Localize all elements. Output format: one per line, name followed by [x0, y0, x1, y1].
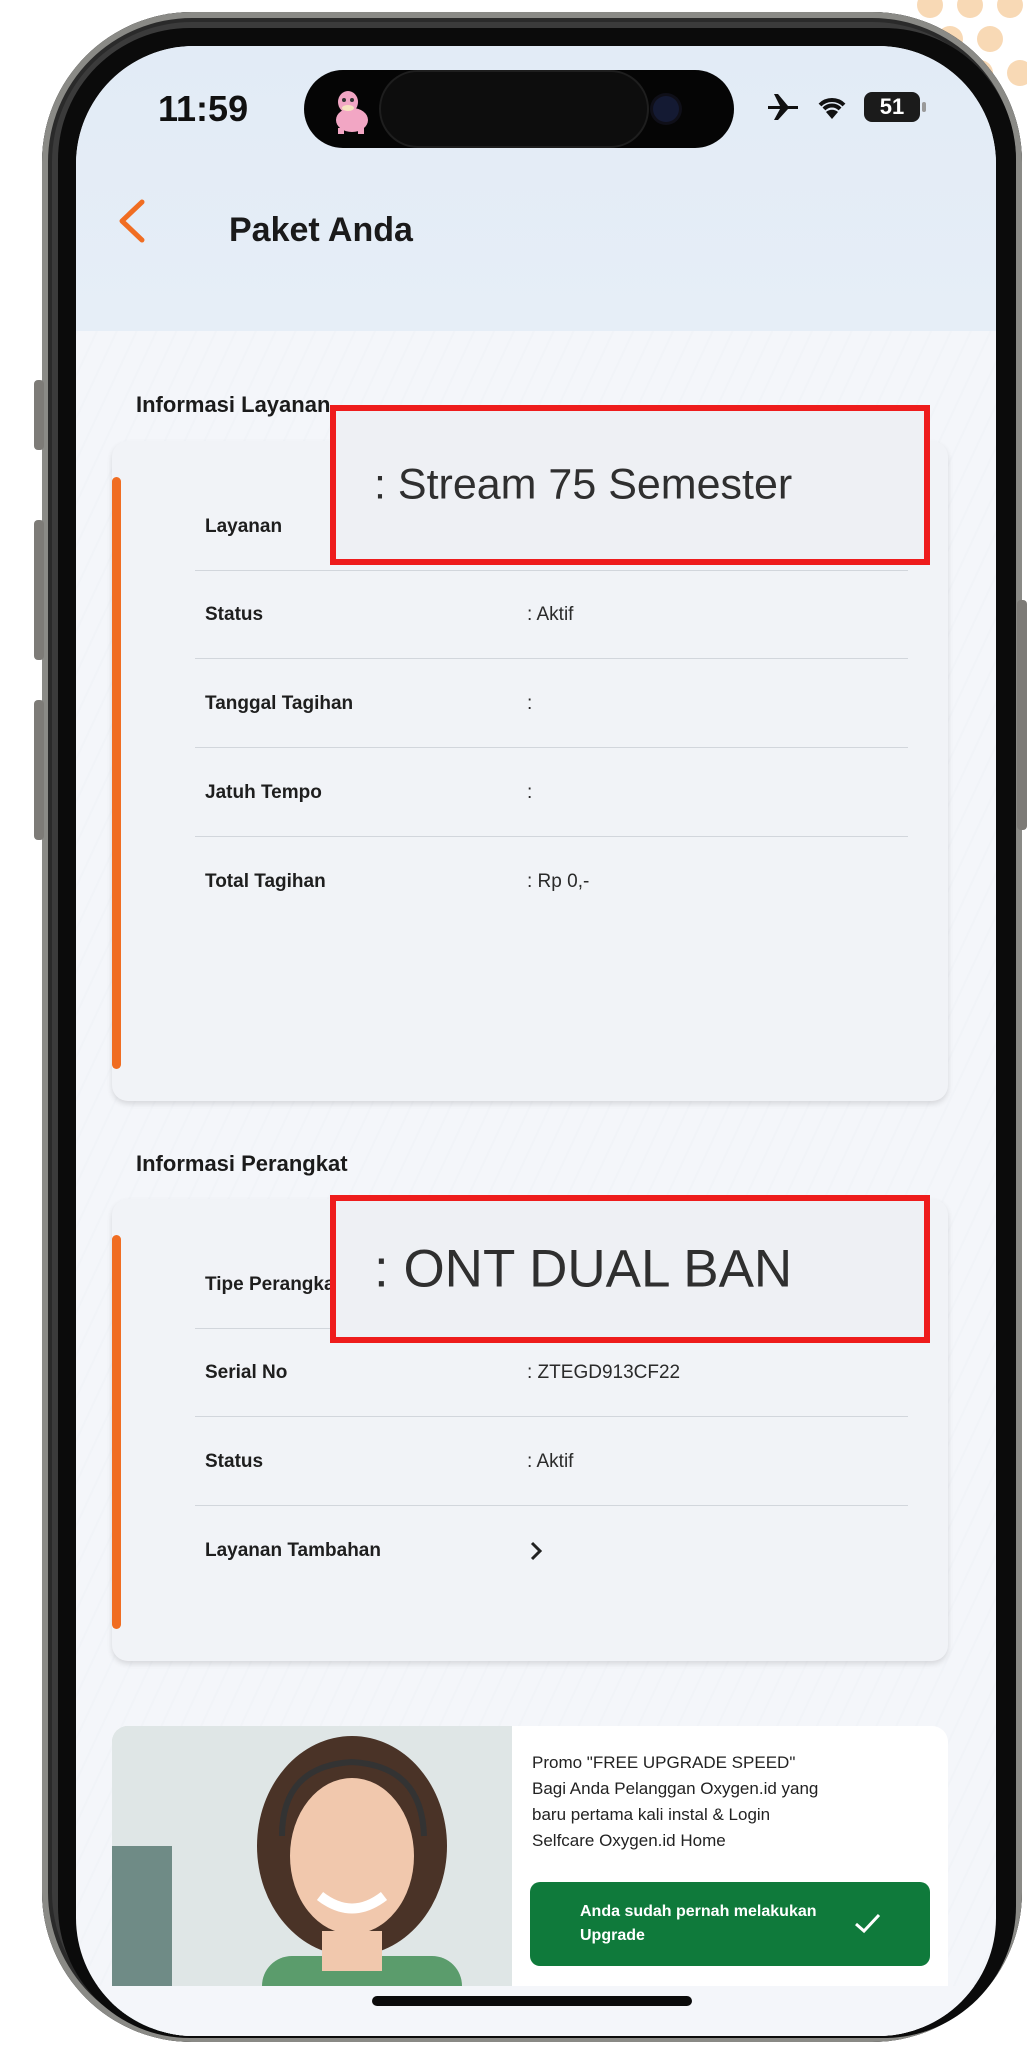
device-row-layanan-tambahan[interactable]: Layanan Tambahan — [195, 1507, 908, 1595]
wifi-icon — [818, 98, 846, 119]
card-accent-bar — [112, 1235, 121, 1629]
row-divider — [195, 1416, 908, 1417]
row-label: Status — [205, 604, 264, 625]
service-section-title: Informasi Layanan — [136, 392, 331, 417]
row-label: Tanggal Tagihan — [205, 693, 354, 714]
row-value: : — [527, 782, 533, 803]
row-label: Layanan — [205, 516, 283, 537]
row-value: : ZTEGD913CF22 — [527, 1362, 681, 1383]
row-value: : Rp 0,- — [527, 871, 590, 892]
row-value: : — [527, 693, 533, 714]
status-time: 11:59 — [158, 88, 249, 129]
device-row-status: Status : Aktif — [195, 1418, 908, 1506]
row-label: Status — [205, 1451, 264, 1472]
upgrade-button-label: Anda sudah pernah melakukan Upgrade — [580, 1903, 817, 1944]
phone-power-button — [1017, 600, 1027, 830]
screen-bottom-strip — [76, 1986, 996, 2036]
zoom-highlight-layanan: : Stream 75 Semester — [330, 405, 930, 565]
row-value: : Aktif — [527, 604, 574, 625]
phone-volume-down — [34, 700, 44, 840]
back-arrow-icon[interactable] — [112, 196, 152, 246]
chevron-right-icon[interactable] — [527, 1540, 545, 1562]
phone-side-button — [34, 380, 44, 450]
front-camera — [653, 96, 679, 122]
row-label: Total Tagihan — [205, 871, 326, 892]
row-divider — [195, 836, 908, 837]
card-accent-bar — [112, 477, 121, 1069]
upgrade-status-button[interactable]: Anda sudah pernah melakukan Upgrade — [530, 1882, 930, 1966]
page-title: Paket Anda — [229, 211, 413, 249]
dynamic-island — [304, 70, 734, 148]
island-notch — [379, 70, 649, 148]
phone-volume-up — [34, 520, 44, 660]
row-label: Serial No — [205, 1362, 288, 1383]
row-label: Tipe Perangkat — [205, 1274, 341, 1295]
row-label: Jatuh Tempo — [205, 782, 322, 803]
promo-description: Promo "FREE UPGRADE SPEED" Bagi Anda Pel… — [532, 1753, 819, 1850]
app-screen: 11:59 51 Paket Anda Informasi Layanan La… — [76, 46, 996, 2036]
zoom-device-value: : ONT DUAL BAN — [374, 1239, 793, 1299]
battery-level: 51 — [879, 94, 905, 119]
row-label: Layanan Tambahan — [205, 1540, 381, 1561]
row-divider — [195, 747, 908, 748]
home-indicator[interactable] — [372, 1996, 692, 2006]
service-row-total-tagihan: Total Tagihan : Rp 0,- — [195, 838, 908, 926]
zoom-service-value: : Stream 75 Semester — [374, 460, 793, 509]
service-row-status: Status : Aktif — [195, 571, 908, 659]
device-section-title: Informasi Perangkat — [136, 1151, 348, 1176]
check-icon — [855, 1913, 881, 1934]
battery-icon: 51 — [864, 92, 926, 122]
service-row-tanggal-tagihan: Tanggal Tagihan : — [195, 660, 908, 748]
row-divider — [195, 658, 908, 659]
airplane-icon — [768, 94, 798, 120]
row-value: : Aktif — [527, 1451, 574, 1472]
battery-tip — [922, 102, 926, 112]
slowpoke-app-icon — [336, 91, 368, 134]
service-row-jatuh-tempo: Jatuh Tempo : — [195, 749, 908, 837]
zoom-highlight-tipe-perangkat: : ONT DUAL BAN — [330, 1195, 930, 1343]
row-divider — [195, 1505, 908, 1506]
status-icons: 51 — [766, 92, 926, 122]
